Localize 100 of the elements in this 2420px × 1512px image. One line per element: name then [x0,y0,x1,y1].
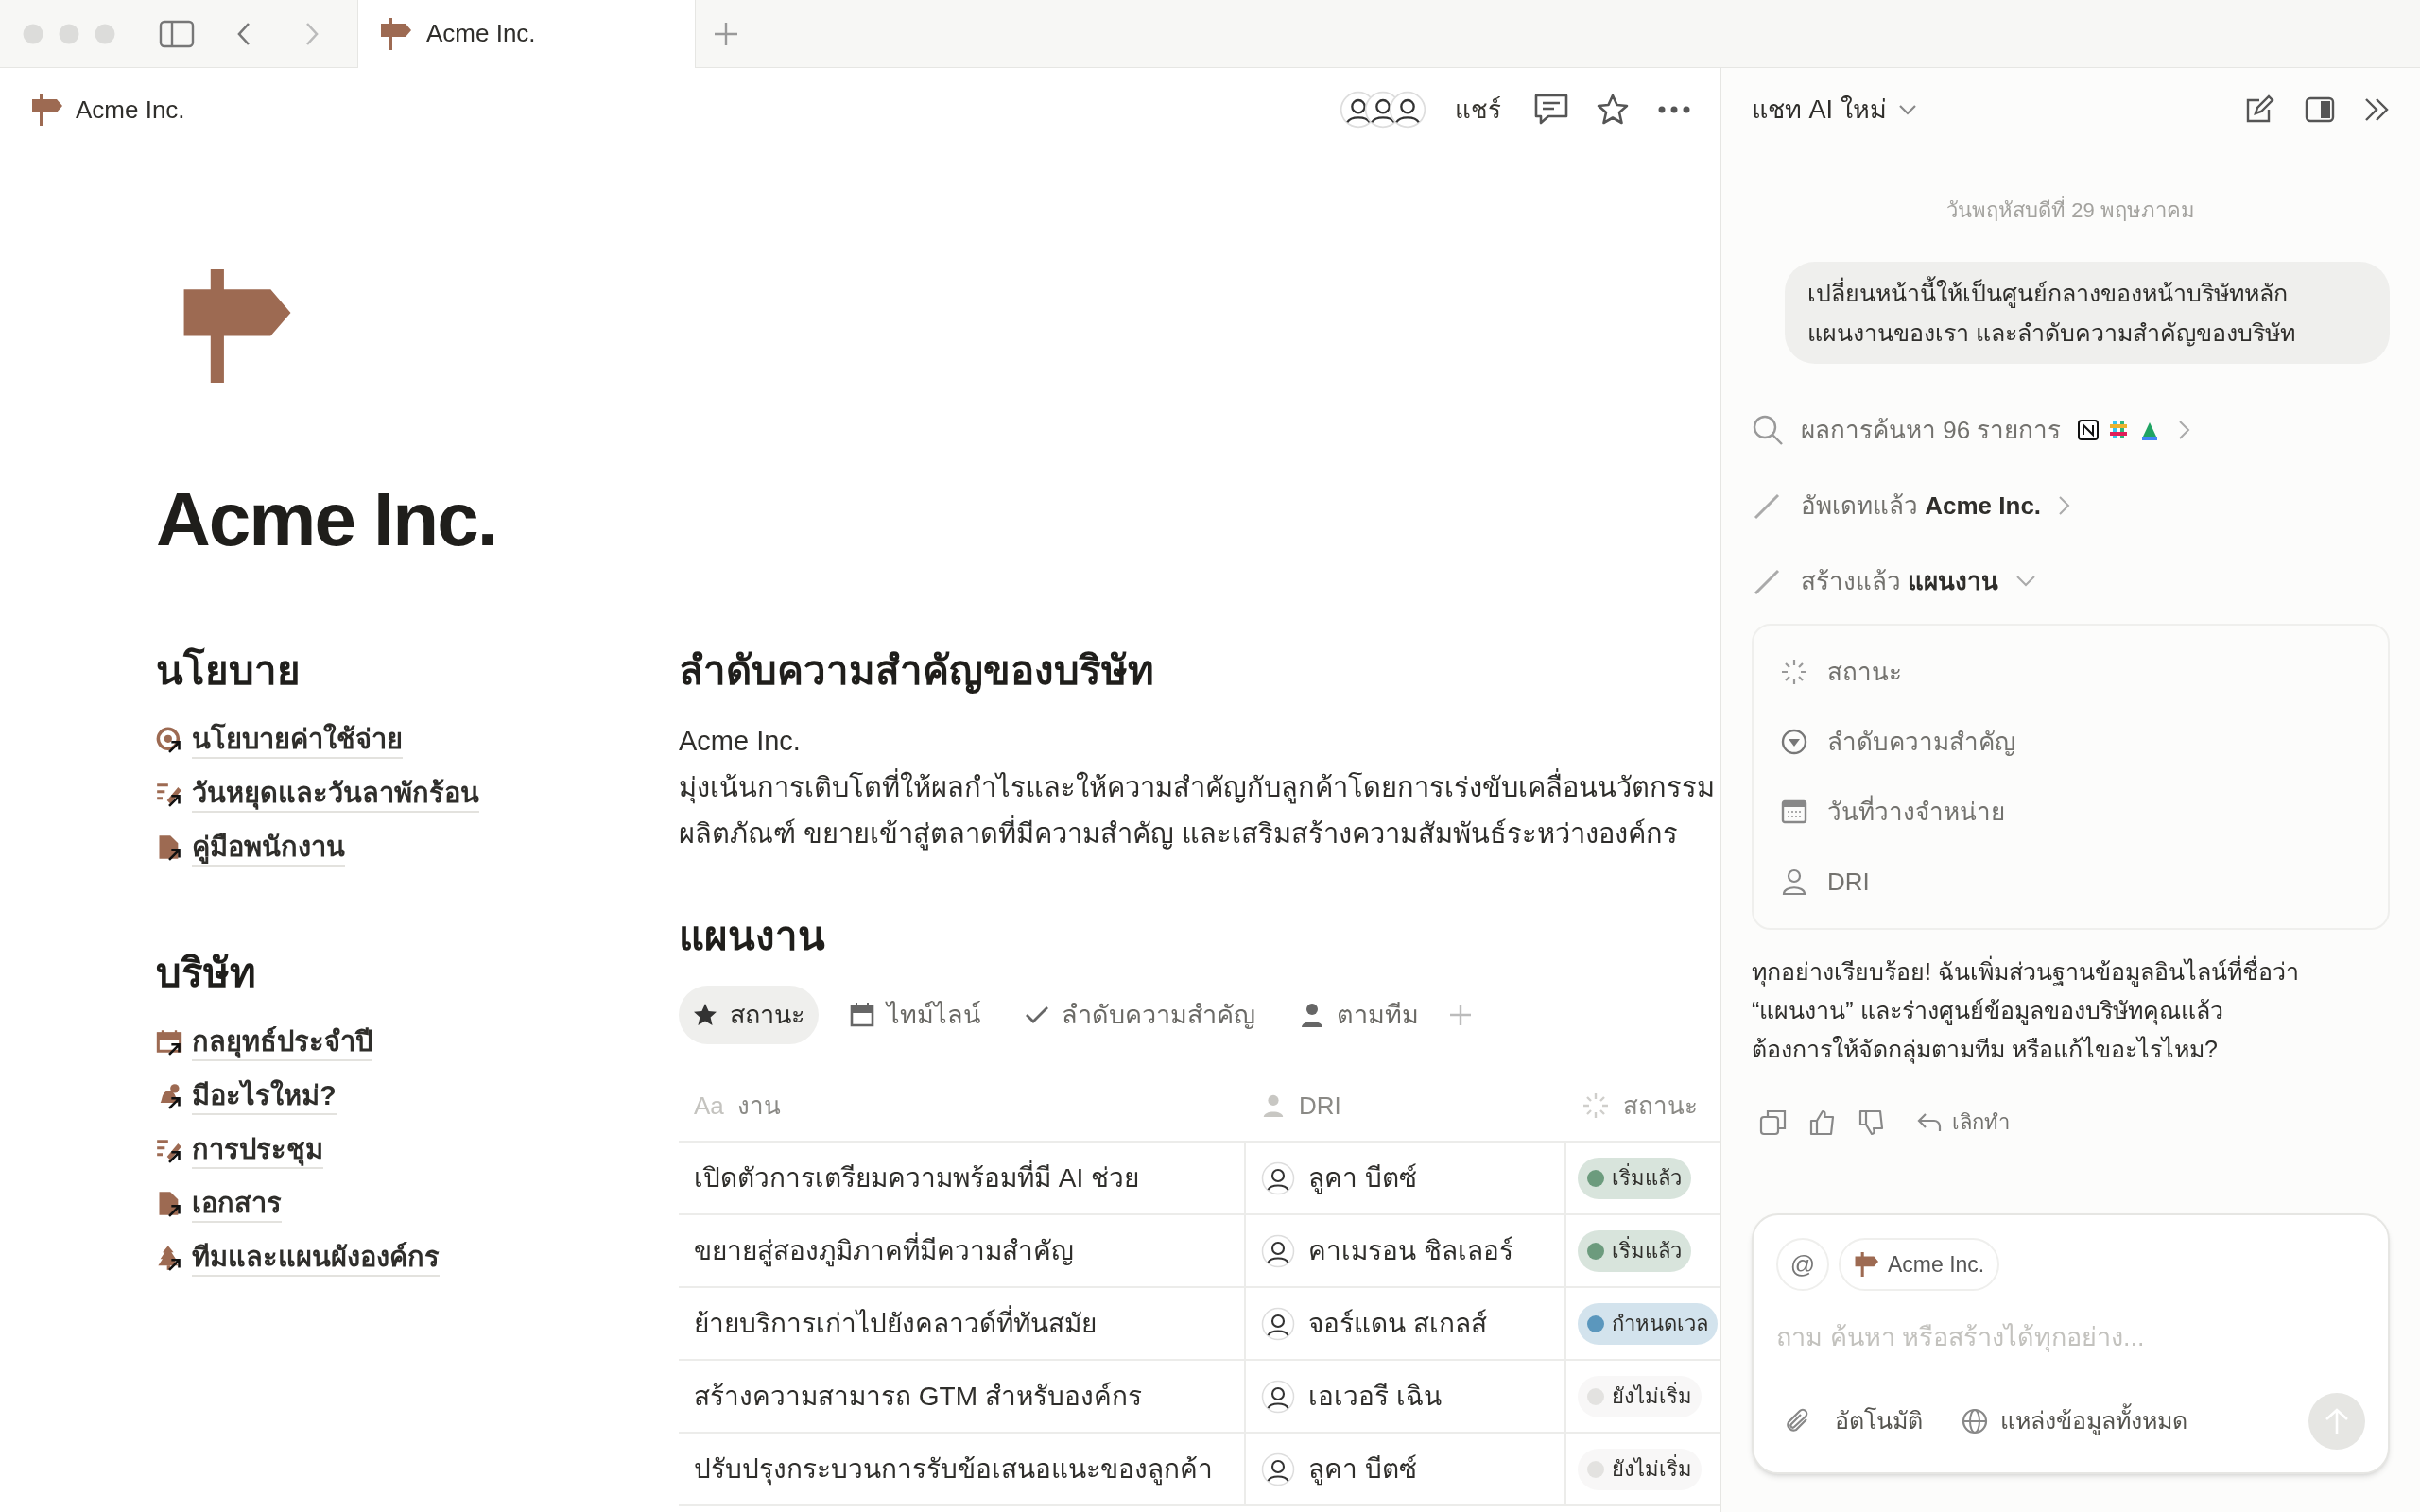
copy-icon[interactable] [1759,1108,1788,1137]
date-label: วันพฤหัสบดีที่ 29 พฤษภาคม [1752,195,2390,226]
chat-title-button[interactable]: แชท AI ใหม่ [1752,90,1917,129]
avatar [1261,1306,1295,1341]
view-tab[interactable]: ตามทีม [1286,986,1432,1044]
status-badge: กำหนดเวล [1578,1302,1718,1345]
task-title: ย้ายบริการเก่าไปยังคลาวด์ที่ทันสมัย [694,1303,1097,1344]
undo-icon [1916,1110,1943,1134]
page-link[interactable]: กลยุทธ์ประจำปี [192,1022,372,1061]
chevron-down-icon [2015,575,2037,588]
status-icon [1582,1091,1610,1120]
avatar [1261,1452,1295,1486]
chevron-down-icon [1897,104,1917,115]
mode-button[interactable]: อัตโนมัติ [1835,1403,1923,1439]
calendar-icon [156,1028,182,1056]
page-link[interactable]: นโยบายค่าใช้จ่าย [192,720,403,759]
paragraph-line: ผลิตภัณฑ์ ขยายเข้าสู่ตลาดที่มีความสำคัญ และเสริมสร้างความสัมพันธ์ระหว่างองค์กร [679,811,1720,857]
chevron-right-icon [2178,420,2192,440]
step-text: สร้างแล้ว แผนงาน [1801,565,1999,597]
mention-button[interactable]: @ [1776,1238,1829,1291]
dropdown-circle-icon [1780,728,1808,756]
thumbs-up-icon[interactable] [1808,1108,1837,1137]
arrow-up-icon [2324,1407,2350,1435]
sources-button[interactable]: แหล่งข้อมูลทั้งหมด [1961,1403,2187,1439]
undo-button[interactable]: เลิกทำ [1916,1107,2010,1138]
task-title: สร้างความสามารถ GTM สำหรับองค์กร [694,1380,1142,1413]
message-line: แผนงานของเรา และลำดับความสำคัญของบริษัท [1807,318,2296,349]
share-button[interactable]: แชร์ [1455,91,1501,129]
property-name: DRI [1827,866,1870,898]
page-link[interactable]: วันหยุดและวันลาพักร้อน [192,774,479,813]
step-text: ผลการค้นหา 96 รายการ [1801,414,2062,446]
property-name: วันที่วางจำหน่าย [1827,794,2005,828]
paragraph-line: Acme Inc. [679,725,802,758]
reply-line: “แผนงาน” และร่างศูนย์ข้อมูลของบริษัทคุณแล้ว [1752,996,2224,1027]
status-badge: ยังไม่เริ่ม [1578,1375,1702,1418]
collapse-icon[interactable] [2363,96,2390,123]
panel-icon[interactable] [2305,96,2335,123]
step-text: อัพเดทแล้ว Acme Inc. [1801,490,2042,522]
person-name: ลูคา บีตซ์ [1308,1452,1417,1487]
page-link[interactable]: ทีมและแผนผังองค์กร [192,1238,440,1277]
person-icon [1780,868,1808,896]
section-heading: แผนงาน [679,913,826,960]
calendar-icon [1780,798,1808,826]
step-row[interactable]: ผลการค้นหา 96 รายการ [1752,392,2390,468]
signpost-icon [1854,1252,1878,1277]
target-icon [156,726,182,753]
person-icon [1299,1002,1325,1028]
search-icon [1752,414,1784,446]
comment-icon[interactable] [1533,93,1569,127]
chevron-right-icon [2058,495,2072,516]
person-icon [1261,1093,1286,1118]
reply-line: ทุกอย่างเรียบร้อย! ฉันเพิ่มส่วนฐานข้อมูลอินไลน์ที่ชื่อว่า [1752,953,2390,991]
step-row[interactable]: อัพเดทแล้ว Acme Inc. [1752,468,2390,543]
avatar [1261,1379,1295,1414]
property-name: ลำดับความสำคัญ [1827,726,2015,758]
status-badge: เริ่มแล้ว [1578,1157,1691,1199]
browser-tab[interactable]: Acme Inc. [357,0,696,68]
add-icon[interactable] [1449,1004,1472,1026]
star-icon[interactable] [1596,93,1630,127]
new-tab-icon[interactable] [713,20,739,47]
tree-icon [156,1244,182,1271]
more-icon[interactable] [1658,105,1690,114]
view-tab[interactable]: สถานะ [679,986,819,1044]
section-heading: นโยบาย [156,646,302,695]
person-name: เอเวอรี เฉิน [1308,1380,1442,1413]
text-type-icon: Aa [694,1087,724,1125]
column-header[interactable]: สถานะ [1566,1071,1720,1141]
status-badge: เริ่มแล้ว [1578,1229,1691,1272]
page-link[interactable]: การประชุม [192,1130,323,1169]
column-header[interactable]: Aa งาน [679,1071,1246,1141]
avatar [1389,91,1426,129]
signpost-icon [379,17,411,50]
thumbs-down-icon[interactable] [1858,1108,1886,1137]
paragraph-line: มุ่งเน้นการเติบโตที่ให้ผลกำไรและให้ความสำคัญกับลูกค้าโดยการเร่งขับเคลื่อนนวัตกรรม [679,765,1720,811]
sidebar-icon[interactable] [159,19,195,48]
status-icon [1780,658,1808,686]
task-title: ขยายสู่สองภูมิภาคที่มีความสำคัญ [694,1230,1074,1271]
breadcrumb[interactable]: Acme Inc. [30,91,185,129]
page-title: Acme Inc. [156,476,497,563]
page-link[interactable]: คู่มือพนักงาน [192,828,345,867]
view-tab[interactable]: ลำดับความสำคัญ [1011,986,1269,1044]
context-chip[interactable]: Acme Inc. [1839,1238,2000,1291]
person-name: ลูคา บีตซ์ [1308,1161,1417,1196]
person-name: คาเมรอน ชิลเลอร์ [1308,1234,1513,1267]
task-title: ปรับปรุงกระบวนการรับข้อเสนอแนะของลูกค้า [694,1452,1213,1487]
view-tab[interactable]: ไทม์ไลน์ [836,986,994,1044]
column-header[interactable]: DRI [1246,1071,1566,1141]
hash-grid-icon [2108,420,2130,440]
tab-title: Acme Inc. [426,18,536,49]
section-heading: บริษัท [156,950,257,997]
step-row[interactable]: สร้างแล้ว แผนงาน [1752,543,2390,619]
message-input[interactable]: ถาม ค้นหา หรือสร้างได้ทุกอย่าง... [1776,1314,2365,1361]
avatar [1261,1160,1295,1195]
signpost-icon [30,94,62,126]
section-heading: ลำดับความสำคัญของบริษัท [679,647,1155,696]
page-link[interactable]: มีอะไรใหม่? [192,1076,337,1115]
page-link[interactable]: เอกสาร [192,1184,282,1223]
compose-icon[interactable] [2244,94,2274,125]
avatar [1261,1233,1295,1268]
task-title: เปิดตัวการเตรียมความพร้อมที่มี AI ช่วย [694,1158,1139,1198]
